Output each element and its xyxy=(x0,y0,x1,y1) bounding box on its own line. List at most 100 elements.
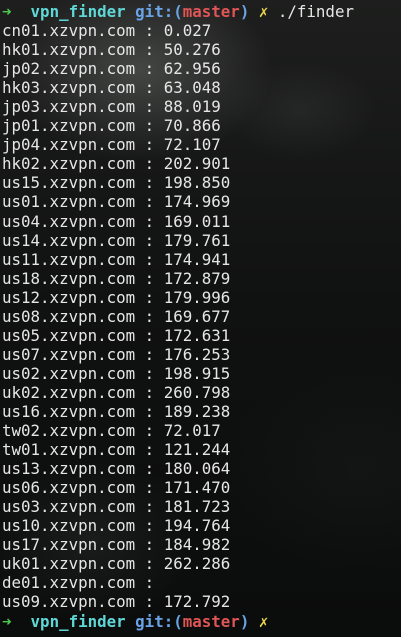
output-row: us01.xzvpn.com : 174.969 xyxy=(2,192,401,211)
latency-value: 174.941 xyxy=(163,249,231,269)
latency-value: 121.244 xyxy=(163,440,231,460)
separator: : xyxy=(135,478,164,498)
server-hostname: us07.xzvpn.com xyxy=(2,344,136,364)
dirty-mark-icon: ✗ xyxy=(258,2,269,21)
prompt-git-suffix: ) xyxy=(239,611,250,631)
server-hostname: us14.xzvpn.com xyxy=(2,230,136,250)
server-hostname: us04.xzvpn.com xyxy=(2,211,136,231)
separator: : xyxy=(135,401,164,421)
output-row: uk01.xzvpn.com : 262.286 xyxy=(2,554,401,573)
output-row: jp04.xzvpn.com : 72.107 xyxy=(2,135,401,154)
output-row: cn01.xzvpn.com : 0.027 xyxy=(2,21,401,40)
latency-value: 63.048 xyxy=(163,78,221,98)
separator: : xyxy=(135,497,164,517)
latency-value: 62.956 xyxy=(163,59,221,79)
latency-value: 169.677 xyxy=(163,306,231,326)
output-row: us03.xzvpn.com : 181.723 xyxy=(2,497,401,516)
latency-value: 262.286 xyxy=(163,554,231,574)
output-row: us02.xzvpn.com : 198.915 xyxy=(2,364,401,383)
server-hostname: us12.xzvpn.com xyxy=(2,287,136,307)
server-hostname: us17.xzvpn.com xyxy=(2,535,136,555)
latency-value: 172.631 xyxy=(163,325,231,345)
output-row: us08.xzvpn.com : 169.677 xyxy=(2,307,401,326)
latency-value: 198.915 xyxy=(163,363,231,383)
server-hostname: hk01.xzvpn.com xyxy=(2,40,136,60)
server-hostname: us16.xzvpn.com xyxy=(2,401,136,421)
output-row: us05.xzvpn.com : 172.631 xyxy=(2,326,401,345)
separator: : xyxy=(135,306,164,326)
latency-value: 172.792 xyxy=(163,592,231,612)
server-hostname: uk01.xzvpn.com xyxy=(2,554,136,574)
output-row: us09.xzvpn.com : 172.792 xyxy=(2,592,401,611)
terminal-output: ➜ vpn_finder git:(master) ✗ ./finder cn0… xyxy=(2,2,401,631)
latency-value: 260.798 xyxy=(163,382,231,402)
terminal-window[interactable]: ➜ vpn_finder git:(master) ✗ ./finder cn0… xyxy=(0,0,401,637)
output-row: jp01.xzvpn.com : 70.866 xyxy=(2,116,401,135)
output-row: hk03.xzvpn.com : 63.048 xyxy=(2,78,401,97)
server-hostname: us11.xzvpn.com xyxy=(2,249,136,269)
server-hostname: de01.xzvpn.com xyxy=(2,573,136,593)
separator: : xyxy=(135,78,164,98)
output-row: uk02.xzvpn.com : 260.798 xyxy=(2,383,401,402)
server-hostname: us13.xzvpn.com xyxy=(2,459,136,479)
latency-value: 72.017 xyxy=(163,421,221,441)
prompt-branch: master xyxy=(182,2,240,21)
server-hostname: us15.xzvpn.com xyxy=(2,173,136,193)
separator: : xyxy=(135,173,164,193)
command-text: ./finder xyxy=(277,2,354,21)
latency-value: 184.982 xyxy=(163,535,231,555)
server-hostname: hk02.xzvpn.com xyxy=(2,154,136,174)
prompt-arrow-icon: ➜ xyxy=(2,611,12,631)
server-hostname: us08.xzvpn.com xyxy=(2,306,136,326)
separator: : xyxy=(135,40,164,60)
server-hostname: us02.xzvpn.com xyxy=(2,363,136,383)
dirty-mark-icon: ✗ xyxy=(258,611,269,631)
separator: : xyxy=(135,97,164,117)
prompt-git-prefix: git:( xyxy=(135,2,183,21)
prompt-cwd: vpn_finder xyxy=(30,2,126,21)
server-hostname: us05.xzvpn.com xyxy=(2,325,136,345)
separator: : xyxy=(135,516,164,536)
latency-value: 172.879 xyxy=(163,268,231,288)
server-hostname: cn01.xzvpn.com xyxy=(2,21,136,41)
output-row: de01.xzvpn.com : xyxy=(2,573,401,592)
output-row: us14.xzvpn.com : 179.761 xyxy=(2,231,401,250)
server-hostname: us10.xzvpn.com xyxy=(2,516,136,536)
prompt-arrow-icon: ➜ xyxy=(2,2,12,21)
server-hostname: jp03.xzvpn.com xyxy=(2,97,136,117)
separator: : xyxy=(135,116,164,136)
separator: : xyxy=(135,211,164,231)
latency-value: 180.064 xyxy=(163,459,231,479)
latency-value: 171.470 xyxy=(163,478,231,498)
latency-value: 189.238 xyxy=(163,401,231,421)
output-row: jp03.xzvpn.com : 88.019 xyxy=(2,97,401,116)
separator: : xyxy=(135,192,164,212)
latency-value: 0.027 xyxy=(163,21,212,41)
output-row: tw01.xzvpn.com : 121.244 xyxy=(2,440,401,459)
latency-value: 70.866 xyxy=(163,116,221,136)
server-hostname: hk03.xzvpn.com xyxy=(2,78,136,98)
latency-value: 198.850 xyxy=(163,173,231,193)
latency-value: 50.276 xyxy=(163,40,221,60)
output-row: hk02.xzvpn.com : 202.901 xyxy=(2,154,401,173)
output-row: us11.xzvpn.com : 174.941 xyxy=(2,250,401,269)
output-row: us06.xzvpn.com : 171.470 xyxy=(2,478,401,497)
prompt-line: ➜ vpn_finder git:(master) ✗ ./finder xyxy=(2,2,401,21)
separator: : xyxy=(135,135,164,155)
server-hostname: us18.xzvpn.com xyxy=(2,268,136,288)
separator: : xyxy=(135,592,164,612)
prompt-cwd: vpn_finder xyxy=(30,611,126,631)
separator: : xyxy=(135,344,164,364)
output-row: us17.xzvpn.com : 184.982 xyxy=(2,535,401,554)
separator: : xyxy=(135,268,164,288)
latency-value: 179.761 xyxy=(163,230,231,250)
latency-value: 176.253 xyxy=(163,344,231,364)
prompt-branch: master xyxy=(182,611,240,631)
separator: : xyxy=(135,459,164,479)
separator: : xyxy=(135,421,164,441)
prompt-line-current[interactable]: ➜ vpn_finder git:(master) ✗ xyxy=(2,612,401,631)
latency-value: 88.019 xyxy=(163,97,221,117)
separator: : xyxy=(135,59,164,79)
server-hostname: tw01.xzvpn.com xyxy=(2,440,136,460)
output-row: us15.xzvpn.com : 198.850 xyxy=(2,173,401,192)
